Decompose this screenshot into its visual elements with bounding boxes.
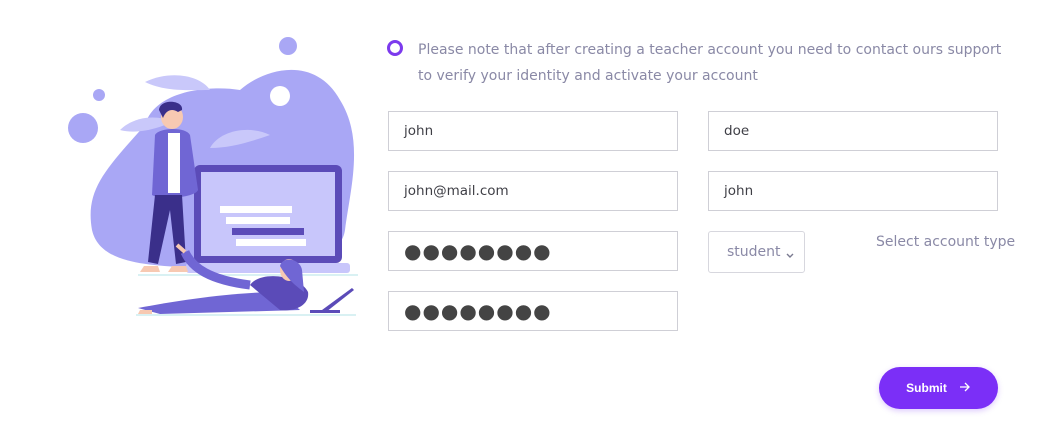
confirm-password-field[interactable]: ●●●●●●●● <box>388 291 678 331</box>
account-type-label: Select account type <box>876 234 1016 250</box>
email-field[interactable]: john@mail.com <box>388 171 678 211</box>
chevron-down-icon <box>786 247 794 263</box>
note-radio-icon <box>387 40 403 56</box>
last-name-field[interactable]: doe <box>708 111 998 151</box>
submit-button[interactable]: Submit <box>879 367 998 409</box>
account-type-value: student <box>727 244 781 260</box>
arrow-right-icon <box>959 381 971 395</box>
username-field[interactable]: john <box>708 171 998 211</box>
first-name-field[interactable]: john <box>388 111 678 151</box>
submit-label: Submit <box>906 381 947 395</box>
password-field[interactable]: ●●●●●●●● <box>388 231 678 271</box>
teacher-illustration <box>60 30 370 330</box>
teacher-account-note: Please note that after creating a teache… <box>418 42 1002 84</box>
account-type-select[interactable]: student <box>708 231 805 273</box>
